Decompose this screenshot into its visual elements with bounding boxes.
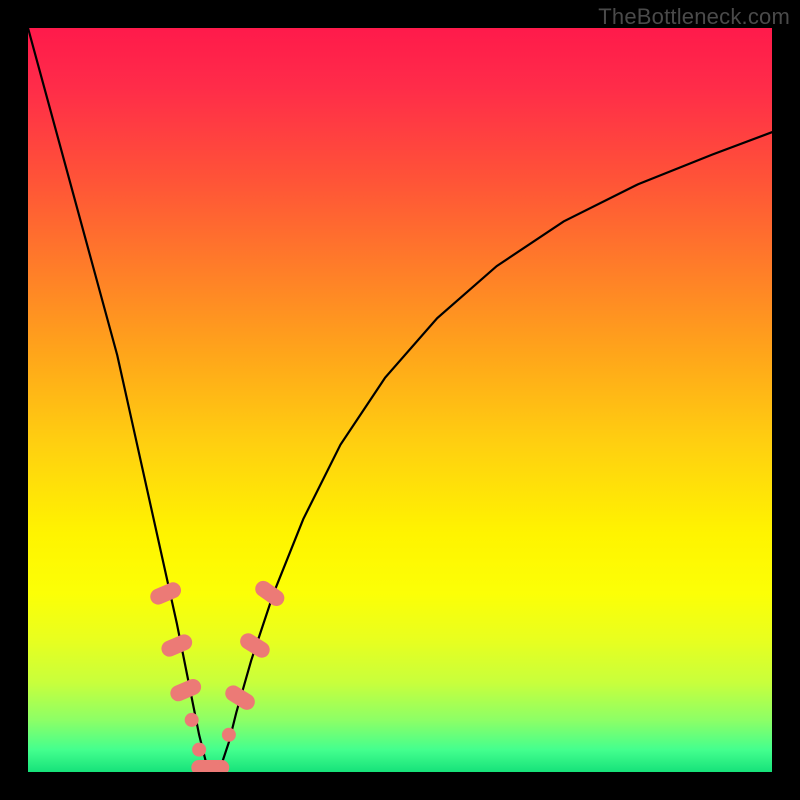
data-marker bbox=[192, 743, 206, 757]
watermark-text: TheBottleneck.com bbox=[598, 4, 790, 30]
data-marker bbox=[159, 632, 195, 659]
data-marker bbox=[222, 682, 258, 713]
bottleneck-curve bbox=[28, 28, 772, 772]
plot-area bbox=[28, 28, 772, 772]
data-marker bbox=[185, 713, 199, 727]
curve-path bbox=[28, 28, 772, 772]
data-marker bbox=[237, 630, 273, 661]
chart-svg bbox=[28, 28, 772, 772]
data-marker bbox=[168, 677, 204, 704]
data-marker bbox=[222, 728, 236, 742]
data-marker bbox=[191, 760, 229, 772]
data-markers bbox=[148, 578, 288, 772]
chart-container: { "watermark": "TheBottleneck.com", "cha… bbox=[0, 0, 800, 800]
data-marker bbox=[148, 580, 184, 607]
